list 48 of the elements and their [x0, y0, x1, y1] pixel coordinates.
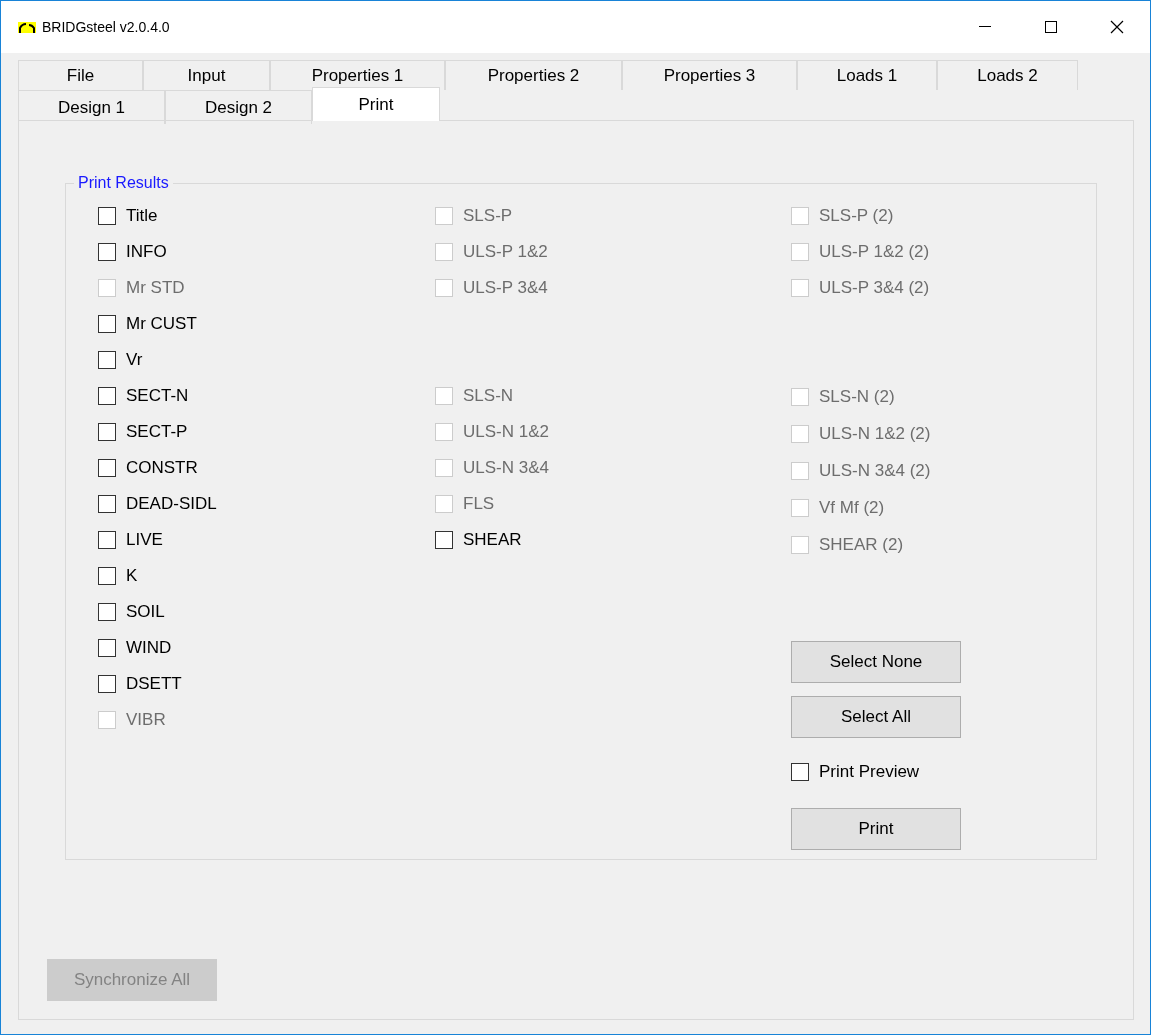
- checkbox[interactable]: [98, 315, 116, 333]
- checkbox-label[interactable]: Title: [126, 203, 158, 229]
- checkbox-label[interactable]: SECT-P: [126, 419, 188, 445]
- app-logo-icon: [18, 21, 36, 33]
- tab[interactable]: Loads 2: [937, 60, 1078, 90]
- tab[interactable]: Design 2: [165, 90, 312, 124]
- checkbox[interactable]: [98, 675, 116, 693]
- tab[interactable]: File: [18, 60, 143, 90]
- checkbox-label[interactable]: K: [126, 563, 138, 589]
- checkbox[interactable]: [98, 351, 116, 369]
- maximize-icon: [1044, 20, 1058, 34]
- checkbox[interactable]: [98, 531, 116, 549]
- tab[interactable]: Properties 1: [270, 60, 445, 90]
- checkbox-label[interactable]: Vr: [126, 347, 143, 373]
- checkbox[interactable]: [98, 639, 116, 657]
- checkbox-label[interactable]: Mr CUST: [126, 311, 197, 337]
- checkbox[interactable]: [98, 567, 116, 585]
- tab[interactable]: Input: [143, 60, 270, 90]
- checkbox[interactable]: [98, 423, 116, 441]
- checkbox[interactable]: [98, 495, 116, 513]
- select-all-button[interactable]: Select All: [791, 696, 961, 738]
- print-button[interactable]: Print: [791, 808, 961, 850]
- tab[interactable]: Design 1: [18, 90, 165, 124]
- checkbox-label[interactable]: SECT-N: [126, 383, 189, 409]
- checkbox-label[interactable]: INFO: [126, 239, 167, 265]
- window-title: BRIDGsteel v2.0.4.0: [42, 17, 170, 37]
- close-icon: [1110, 20, 1124, 34]
- checkbox[interactable]: [98, 387, 116, 405]
- checkbox-label[interactable]: SOIL: [126, 599, 165, 625]
- tab[interactable]: Loads 1: [797, 60, 937, 90]
- checkbox[interactable]: [435, 531, 453, 549]
- select-none-button[interactable]: Select None: [791, 641, 961, 683]
- checkbox-label[interactable]: CONSTR: [126, 455, 198, 481]
- tab[interactable]: Print: [312, 87, 440, 121]
- checkbox-label[interactable]: SHEAR: [463, 527, 522, 553]
- checkbox-label[interactable]: LIVE: [126, 527, 163, 553]
- checkbox[interactable]: [98, 207, 116, 225]
- tab[interactable]: Properties 2: [445, 60, 622, 90]
- checkbox[interactable]: [98, 243, 116, 261]
- tab[interactable]: Properties 3: [622, 60, 797, 90]
- checkbox[interactable]: [98, 459, 116, 477]
- checkbox-label[interactable]: WIND: [126, 635, 172, 661]
- checkbox[interactable]: [791, 763, 809, 781]
- minimize-icon: [979, 26, 991, 28]
- checkbox[interactable]: [98, 603, 116, 621]
- checkbox-label[interactable]: DEAD-SIDL: [126, 491, 217, 517]
- checkbox-label[interactable]: Print Preview: [819, 759, 920, 785]
- checkbox-label[interactable]: DSETT: [126, 671, 182, 697]
